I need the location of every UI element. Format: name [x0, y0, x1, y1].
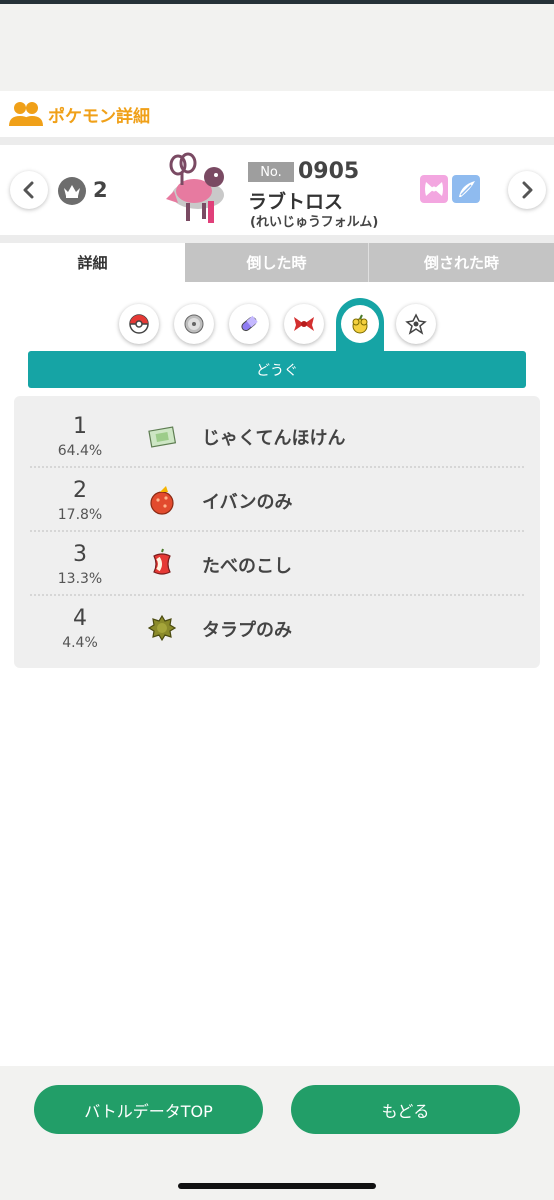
back-button[interactable]: もどる	[291, 1085, 520, 1134]
category-selector	[0, 298, 554, 358]
tab-defeated[interactable]: 倒した時	[185, 243, 369, 282]
category-title-bar: どうぐ	[28, 351, 526, 388]
item-rank: 3	[73, 542, 87, 567]
category-capsule-button[interactable]	[229, 304, 269, 344]
item-rank: 2	[73, 478, 87, 503]
category-items-button[interactable]	[336, 298, 384, 358]
leftovers-icon	[146, 548, 178, 580]
item-percent: 64.4%	[57, 443, 103, 459]
chevron-right-icon	[522, 181, 533, 199]
category-moves-button[interactable]	[119, 304, 159, 344]
separator	[0, 137, 554, 145]
disc-icon	[184, 314, 204, 334]
item-icon	[352, 314, 368, 334]
fairy-type-icon	[420, 175, 448, 203]
item-name: じゃくてんほけん	[202, 428, 346, 449]
page-title: ポケモン詳細	[48, 106, 150, 127]
dex-number: 0905	[298, 159, 360, 184]
list-item[interactable]: 4 4.4% タラプのみ	[14, 596, 540, 660]
weakness-policy-icon	[146, 420, 178, 452]
pokemon-card: 2 No. 0905 ラブトロス (れいじゅうフォルム)	[0, 145, 554, 235]
category-title: どうぐ	[256, 362, 298, 379]
next-pokemon-button[interactable]	[508, 171, 546, 209]
category-tm-button[interactable]	[174, 304, 214, 344]
tab-details[interactable]: 詳細	[0, 243, 185, 282]
ribbon-icon	[294, 317, 314, 331]
page-header: ポケモン詳細	[0, 91, 554, 137]
list-item[interactable]: 3 13.3% たべのこし	[14, 532, 540, 596]
pokemon-sprite	[158, 151, 238, 231]
maranga-berry-icon	[146, 612, 178, 644]
battle-data-top-button[interactable]: バトルデータTOP	[34, 1085, 263, 1134]
item-name: タラプのみ	[202, 620, 292, 641]
item-name: イバンのみ	[202, 492, 293, 513]
footer: バトルデータTOP もどる	[0, 1066, 554, 1200]
item-rank: 1	[73, 414, 87, 439]
capsule-icon	[241, 315, 258, 332]
home-indicator[interactable]	[178, 1183, 376, 1189]
crown-icon	[58, 177, 86, 205]
item-ranking-list: 1 64.4% じゃくてんほけん 2 17.8% イバンのみ 3 13.3% た…	[14, 396, 540, 668]
custap-berry-icon	[146, 484, 178, 516]
item-rank: 4	[73, 606, 87, 631]
chevron-left-icon	[23, 181, 34, 199]
previous-pokemon-button[interactable]	[10, 171, 48, 209]
pokeball-icon	[129, 314, 149, 334]
top-spacer	[0, 4, 554, 91]
item-name: たべのこし	[202, 556, 292, 577]
item-percent: 13.3%	[57, 571, 103, 587]
item-percent: 17.8%	[57, 507, 103, 523]
usage-rank: 2	[93, 178, 108, 202]
flying-type-icon	[452, 175, 480, 203]
list-item[interactable]: 1 64.4% じゃくてんほけん	[14, 404, 540, 468]
people-icon	[8, 100, 44, 128]
pokemon-form: (れいじゅうフォルム)	[250, 215, 379, 230]
category-ribbon-button[interactable]	[284, 304, 324, 344]
separator	[0, 235, 554, 243]
pokemon-name: ラブトロス	[248, 191, 344, 213]
dex-number-label: No.	[248, 162, 294, 182]
item-percent: 4.4%	[62, 635, 98, 651]
tab-defeated-by[interactable]: 倒された時	[369, 243, 554, 282]
tera-icon	[405, 313, 427, 335]
tab-bar: 詳細 倒した時 倒された時	[0, 243, 554, 282]
category-tera-button[interactable]	[396, 304, 436, 344]
list-item[interactable]: 2 17.8% イバンのみ	[14, 468, 540, 532]
